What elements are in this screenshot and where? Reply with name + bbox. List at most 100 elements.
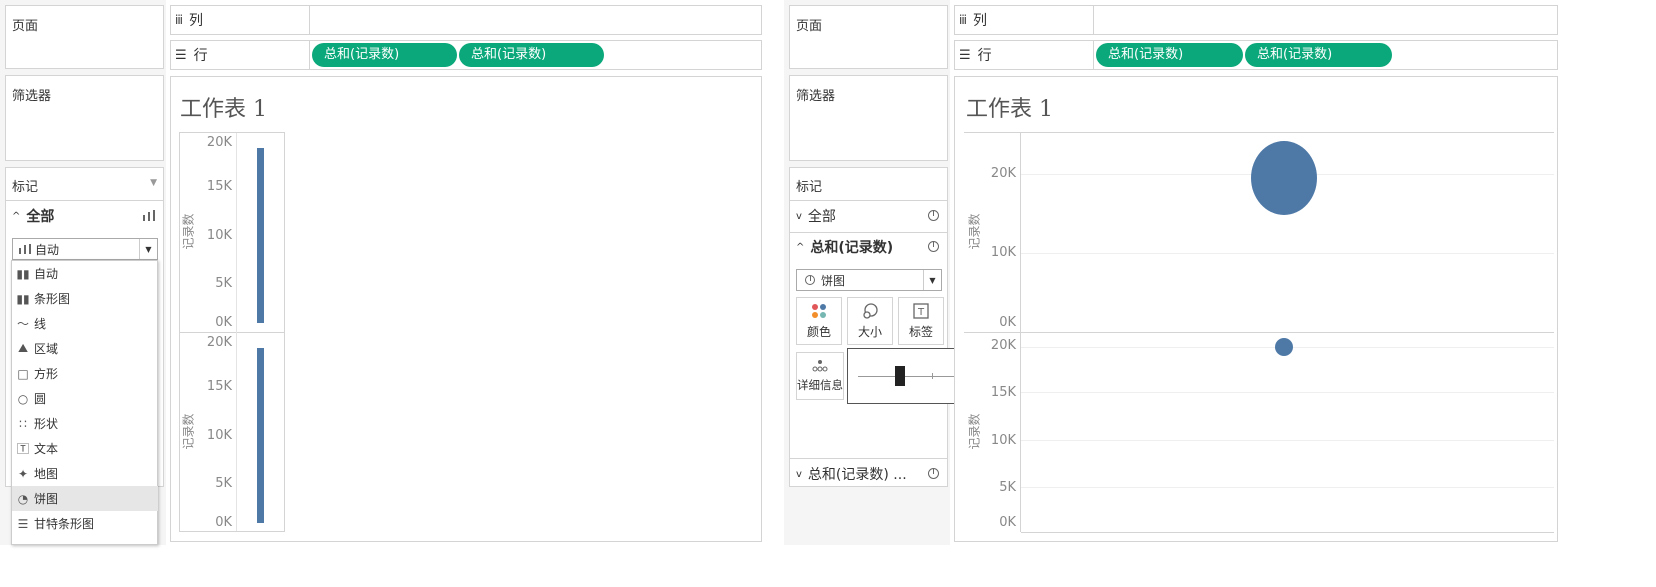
rows-icon: ☰ <box>959 47 971 63</box>
left-view: 工作表 1 20K 15K 10K 5K 0K 20K 15K 10K 5K 0… <box>170 76 762 542</box>
bar-mark[interactable] <box>257 347 264 523</box>
bar-chart-icon <box>143 210 155 221</box>
detail-button[interactable]: 详细信息 <box>796 352 844 400</box>
filters-card[interactable]: 筛选器 <box>5 75 164 161</box>
slider-midpoint <box>932 373 933 379</box>
divider <box>790 200 947 201</box>
mark-type-dropdown: ▮▮ 自动 ▮▮ 条形图 〜线 ⛰ 区域 □ 方形 ○ 圆 ∷ 形状 🅃 文本 ✦ 地图 ◔ 饼图… <box>11 260 158 545</box>
gridline <box>1021 253 1554 254</box>
bar-mark[interactable] <box>257 147 264 323</box>
y-tick: 20K <box>990 166 1016 181</box>
mark-type-option-circle[interactable]: ○ 圆 <box>12 386 158 411</box>
rows-shelf[interactable]: ☰ 行 总和(记录数) 总和(记录数) <box>954 40 1558 70</box>
marks-all-label: 全部 <box>807 209 836 225</box>
rows-pill-2[interactable]: 总和(记录数) <box>459 43 604 67</box>
marks-measure-row[interactable]: ^ 总和(记录数) <box>796 237 893 257</box>
rows-drop-zone[interactable]: 总和(记录数) 总和(记录数) <box>1093 41 1557 69</box>
columns-shelf-label: iii 列 <box>175 6 305 34</box>
columns-drop-zone[interactable] <box>309 6 761 34</box>
mark-type-select[interactable]: 自动 ▼ <box>12 238 158 260</box>
mark-type-option-line[interactable]: 〜线 <box>12 311 158 336</box>
gridline <box>1021 440 1554 441</box>
rows-shelf-label: ☰ 行 <box>175 41 305 69</box>
rows-drop-zone[interactable]: 总和(记录数) 总和(记录数) <box>309 41 761 69</box>
left-chart-pane: 20K 15K 10K 5K 0K 20K 15K 10K 5K 0K 记录数 … <box>179 132 285 532</box>
gridline <box>1021 487 1554 488</box>
chevron-down-icon[interactable]: ▼ <box>139 239 157 259</box>
mark-type-option-text[interactable]: 🅃 文本 <box>12 436 158 461</box>
bar-chart-icon: ▮▮ <box>16 291 30 306</box>
pie-icon <box>928 468 939 479</box>
y-tick: 15K <box>990 385 1016 400</box>
pages-card[interactable]: 页面 <box>5 5 164 69</box>
mark-type-option-gantt[interactable]: ☰ 甘特条形图 <box>12 511 158 536</box>
chevron-up-icon: ^ <box>796 241 805 253</box>
gantt-icon: ☰ <box>17 516 29 531</box>
pie-icon: ◔ <box>17 491 29 506</box>
y-axis-label: 记录数 <box>181 213 196 250</box>
marks-measure2-row[interactable]: v 总和(记录数) ... <box>796 464 907 484</box>
map-icon: ✦ <box>17 466 29 481</box>
pages-card[interactable]: 页面 <box>789 5 948 69</box>
color-button[interactable]: 颜色 <box>796 297 842 345</box>
columns-shelf[interactable]: iii 列 <box>170 5 762 35</box>
marks-label: 标记 <box>796 180 823 195</box>
mark-type-option-shape[interactable]: ∷ 形状 <box>12 411 158 436</box>
circle-icon: ○ <box>17 391 29 406</box>
marks-all-row[interactable]: v 全部 <box>796 206 836 226</box>
option-label: 条形图 <box>34 292 71 306</box>
mark-type-select[interactable]: 饼图 ▼ <box>796 269 942 291</box>
mark-type-option-square[interactable]: □ 方形 <box>12 361 158 386</box>
columns-shelf[interactable]: iii 列 <box>954 5 1558 35</box>
y-tick: 15K <box>206 179 232 194</box>
option-label: 饼图 <box>34 492 59 506</box>
mark-type-option-area[interactable]: ⛰ 区域 <box>12 336 158 361</box>
shapes-icon: ∷ <box>19 416 27 431</box>
marks-card: 标记 v 全部 ^ 总和(记录数) 饼图 ▼ 颜色 大小 T 标签 详细信息 v… <box>789 167 948 487</box>
chevron-up-icon: ^ <box>12 210 21 222</box>
axis-line <box>236 133 237 531</box>
rows-pill-1[interactable]: 总和(记录数) <box>312 43 457 67</box>
rows-label: 行 <box>193 48 208 64</box>
marks-label: 标记 <box>12 180 39 195</box>
option-label: 地图 <box>34 467 59 481</box>
slider-thumb[interactable] <box>895 366 905 386</box>
rows-icon: ☰ <box>175 47 187 63</box>
option-label: 文本 <box>34 442 59 456</box>
marks-measure-label: 总和(记录数) <box>810 240 894 256</box>
pie-icon <box>928 210 939 221</box>
marks-menu-icon[interactable]: ▼ <box>150 178 157 188</box>
y-tick: 0K <box>999 315 1016 330</box>
columns-icon: iii <box>959 13 967 27</box>
option-label: 形状 <box>34 417 59 431</box>
text-icon: T <box>913 302 929 319</box>
rows-shelf-label: ☰ 行 <box>959 41 1089 69</box>
pie-mark-small[interactable] <box>1275 338 1293 356</box>
size-icon <box>863 302 878 319</box>
label-button[interactable]: T 标签 <box>898 297 944 345</box>
bar-chart-icon <box>19 244 31 254</box>
rows-pill-2[interactable]: 总和(记录数) <box>1245 43 1392 67</box>
option-label: 甘特条形图 <box>34 517 95 531</box>
y-axis-label: 记录数 <box>967 413 982 450</box>
rows-shelf[interactable]: ☰ 行 总和(记录数) 总和(记录数) <box>170 40 762 70</box>
area-icon: ⛰ <box>17 341 29 355</box>
mark-type-option-auto[interactable]: ▮▮ 自动 <box>12 261 158 286</box>
filters-card[interactable]: 筛选器 <box>789 75 948 161</box>
chevron-down-icon[interactable]: ▼ <box>923 270 941 290</box>
pie-mark-large[interactable] <box>1251 140 1317 215</box>
sheet-title: 工作表 1 <box>180 97 267 122</box>
columns-drop-zone[interactable] <box>1093 6 1557 34</box>
rows-label: 行 <box>977 48 992 64</box>
mark-type-selected: 自动 <box>35 242 60 257</box>
rows-pill-1[interactable]: 总和(记录数) <box>1096 43 1243 67</box>
size-button[interactable]: 大小 <box>847 297 893 345</box>
filters-label: 筛选器 <box>12 89 52 104</box>
mark-type-option-bar[interactable]: ▮▮ 条形图 <box>12 286 158 311</box>
mark-type-option-pie[interactable]: ◔ 饼图 <box>12 486 158 511</box>
size-button-label: 大小 <box>857 324 882 339</box>
marks-all-row[interactable]: ^ 全部 <box>12 206 54 226</box>
mark-type-option-map[interactable]: ✦ 地图 <box>12 461 158 486</box>
columns-label: 列 <box>973 13 988 29</box>
detail-button-label: 详细信息 <box>797 378 843 392</box>
